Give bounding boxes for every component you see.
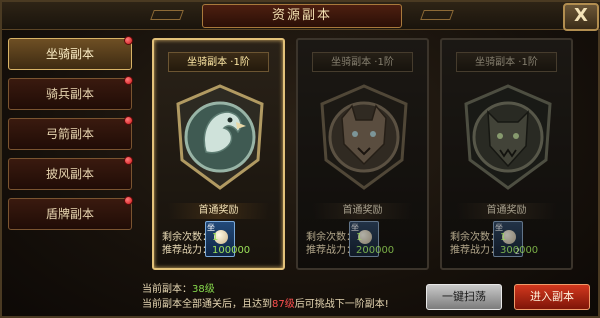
hint-prefix: 当前副本全部通关后，且达到: [142, 299, 272, 310]
first-clear-reward-label: 首通奖励: [312, 203, 413, 219]
card-1-stats: 剩余次数：1 推荐战力：100000: [162, 231, 250, 257]
first-clear-reward-label: 首通奖励: [456, 203, 557, 219]
card-2-stats: 剩余次数：1 推荐战力：200000: [306, 231, 394, 257]
close-button[interactable]: X: [563, 3, 599, 31]
dungeon-card-title: 坐骑副本 ·1阶: [456, 52, 557, 72]
power-value: 200000: [356, 245, 395, 256]
power-label: 推荐战力：: [450, 245, 500, 256]
power-label: 推荐战力：: [162, 245, 212, 256]
title-ornament-right: [420, 10, 454, 20]
enter-dungeon-button[interactable]: 进入副本: [514, 284, 590, 310]
sidebar-item-shield[interactable]: 盾牌副本: [8, 196, 133, 230]
title-ornament-left: [150, 10, 184, 20]
hint-required-level: 87级: [272, 299, 295, 310]
remaining-label: 剩余次数：: [162, 232, 212, 243]
dungeon-info: 当前副本：38级 当前副本全部通关后，且达到87级后可挑战下一阶副本!: [142, 282, 389, 312]
remaining-value: 1: [500, 232, 507, 243]
power-label: 推荐战力：: [306, 245, 356, 256]
sidebar-item-label: 披风副本: [45, 167, 94, 181]
hint-suffix: 后可挑战下一阶副本!: [294, 299, 389, 310]
resource-dungeon-window: 资源副本 X 坐骑副本 骑兵副本 弓箭副本 披风副本 盾牌副本 坐骑副本 ·1阶: [0, 0, 600, 318]
sweep-all-button[interactable]: 一键扫荡: [426, 284, 502, 310]
notice-dot-icon: [124, 196, 133, 205]
dungeon-card-title: 坐骑副本 ·1阶: [312, 52, 413, 72]
sidebar-item-label: 骑兵副本: [45, 87, 94, 101]
dungeon-card-title: 坐骑副本 ·1阶: [168, 52, 269, 72]
power-value: 300000: [500, 245, 539, 256]
notice-dot-icon: [124, 36, 133, 45]
wolf-emblem-icon: [320, 84, 408, 190]
dungeon-category-sidebar: 坐骑副本 骑兵副本 弓箭副本 披风副本 盾牌副本: [8, 36, 134, 272]
remaining-value: 1: [356, 232, 363, 243]
power-value: 100000: [212, 245, 251, 256]
notice-dot-icon: [124, 76, 133, 85]
sidebar-item-cavalry[interactable]: 骑兵副本: [8, 76, 133, 110]
sidebar-item-archery[interactable]: 弓箭副本: [8, 116, 133, 150]
window-title: 资源副本: [202, 4, 402, 28]
sidebar-item-label: 盾牌副本: [45, 207, 94, 221]
demon-emblem-icon: [464, 84, 552, 190]
title-bar: 资源副本: [2, 2, 600, 30]
first-clear-reward-label: 首通奖励: [168, 203, 269, 219]
sidebar-item-label: 坐骑副本: [45, 47, 94, 61]
current-dungeon-label: 当前副本：: [142, 284, 192, 295]
notice-dot-icon: [124, 116, 133, 125]
remaining-label: 剩余次数：: [450, 232, 500, 243]
current-dungeon-level: 38级: [192, 284, 215, 295]
sidebar-item-cloak[interactable]: 披风副本: [8, 156, 133, 190]
card-3-stats: 剩余次数：1 推荐战力：300000: [450, 231, 538, 257]
remaining-label: 剩余次数：: [306, 232, 356, 243]
notice-dot-icon: [124, 156, 133, 165]
sidebar-item-label: 弓箭副本: [45, 127, 94, 141]
eagle-emblem-icon: [176, 84, 264, 190]
sidebar-item-mount[interactable]: 坐骑副本: [8, 36, 133, 70]
remaining-value: 1: [212, 232, 219, 243]
